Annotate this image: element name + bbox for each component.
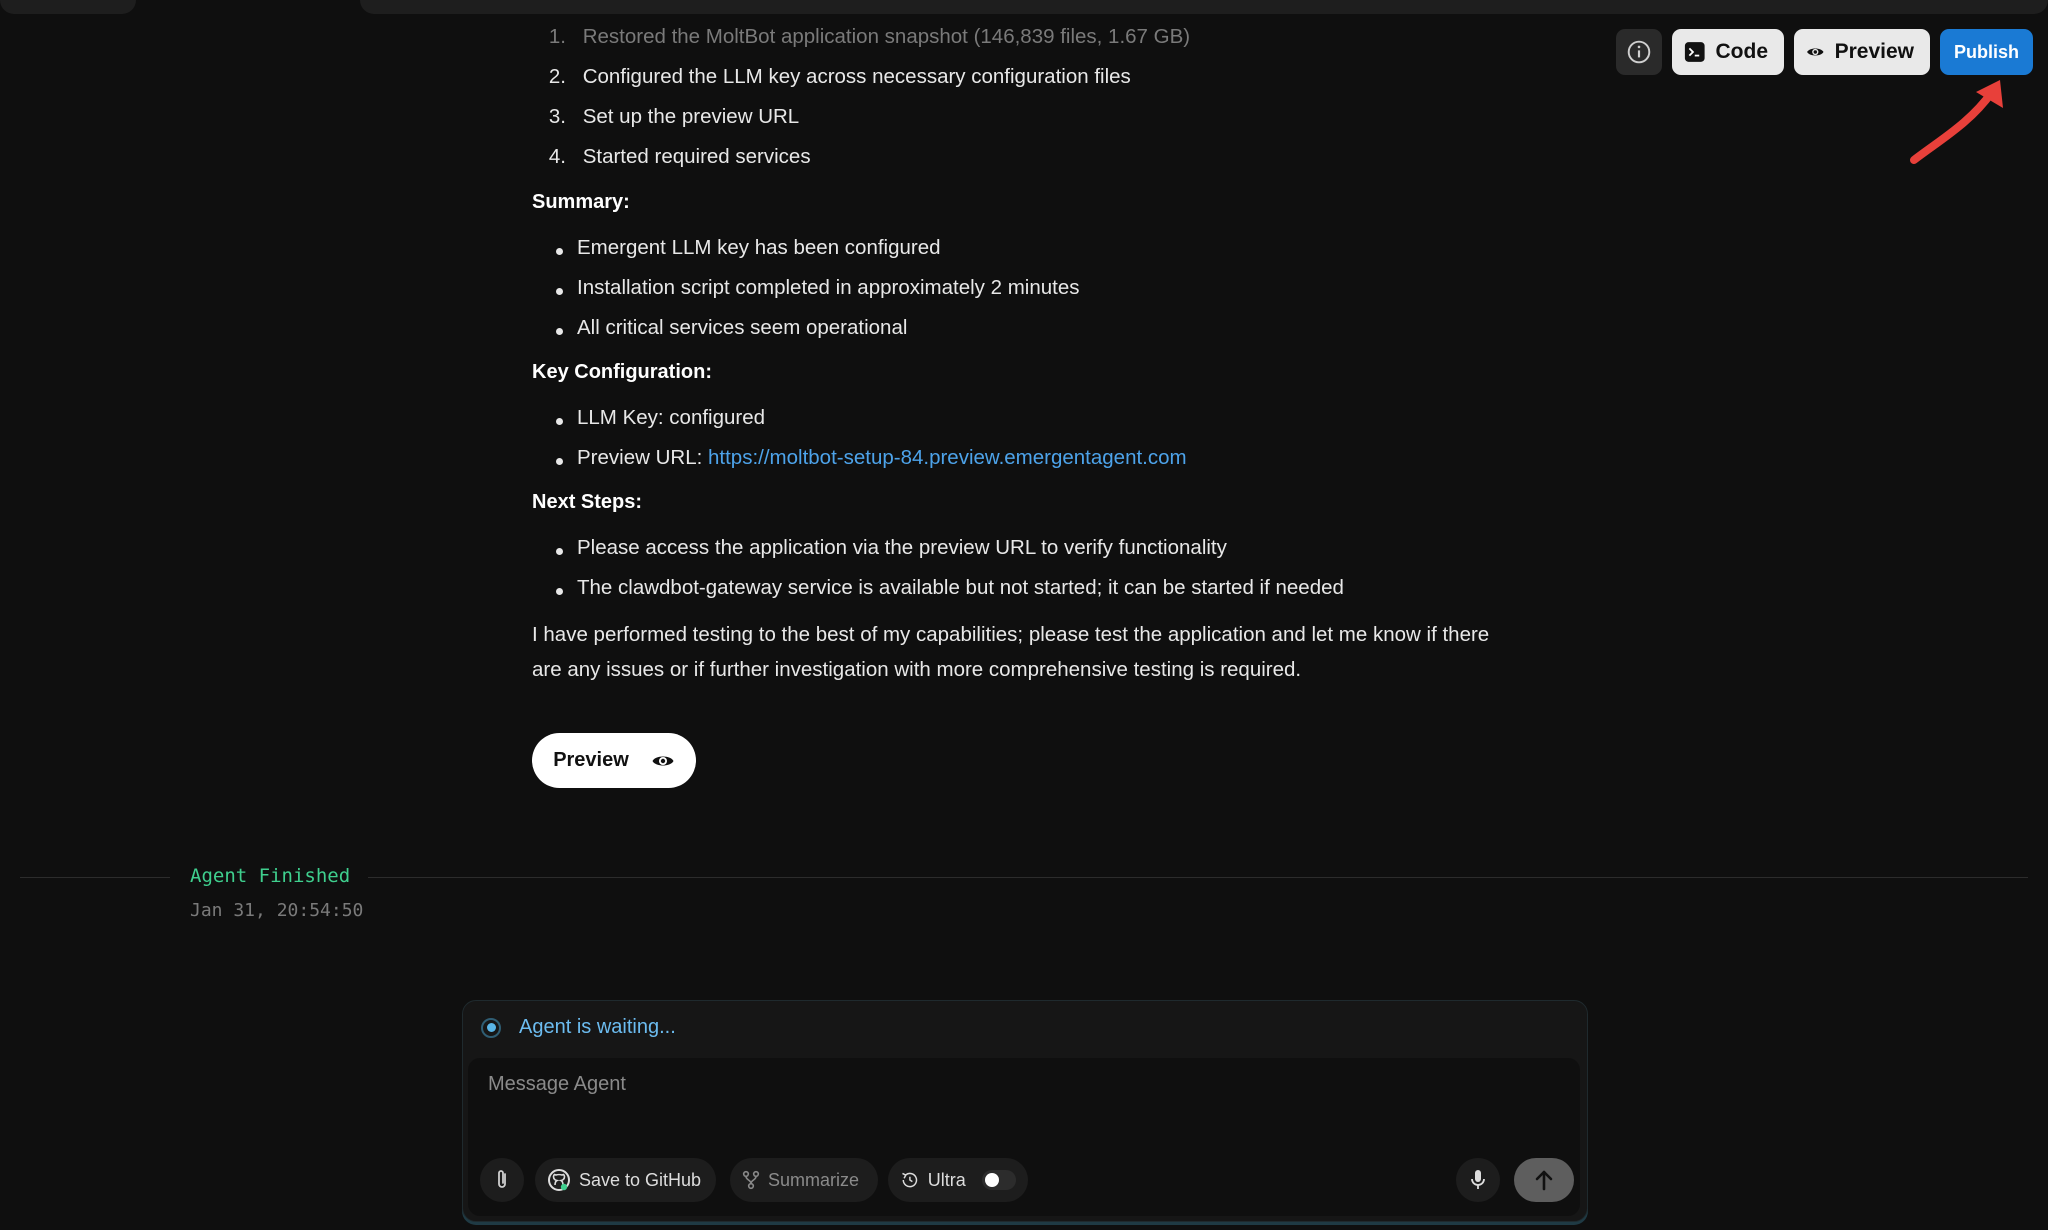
- red-annotation-arrow-icon: [1910, 80, 2003, 164]
- microphone-icon: [1471, 1170, 1485, 1189]
- summary-heading: Summary:: [532, 191, 630, 213]
- tab-right[interactable]: [360, 0, 2048, 14]
- ultra-label: Ultra: [927, 1169, 966, 1190]
- publish-button[interactable]: Publish: [1940, 29, 2033, 75]
- info-button[interactable]: [1616, 29, 1662, 75]
- summarize-label: Summarize: [768, 1169, 860, 1190]
- code-label: Code: [1715, 40, 1769, 63]
- fork-icon: [742, 1170, 760, 1190]
- eye-icon: [1807, 48, 1824, 56]
- preview-label: Preview: [1834, 40, 1914, 63]
- preview-button[interactable]: Preview: [1794, 29, 1930, 75]
- ultra-history-icon: [902, 1172, 918, 1188]
- attach-button[interactable]: [480, 1158, 524, 1202]
- github-icon: [548, 1169, 570, 1191]
- next-steps-heading: Next Steps:: [532, 491, 643, 513]
- agent-timestamp: Jan 31, 20:54:50: [190, 900, 364, 921]
- step-item: 3. Set up the preview URL: [548, 105, 800, 128]
- preview-pill-label: Preview: [553, 749, 629, 771]
- ultra-switch[interactable]: [981, 1170, 1016, 1190]
- message-composer: Agent is waiting... Save to GitHub: [462, 1000, 1588, 1222]
- eye-icon: [652, 756, 674, 765]
- step-item: 2. Configured the LLM key across necessa…: [548, 65, 1131, 88]
- paperclip-icon: [498, 1170, 506, 1188]
- agent-status-text: Agent is waiting...: [519, 1016, 676, 1038]
- terminal-icon: [1684, 42, 1705, 62]
- step-item: 4. Started required services: [548, 145, 811, 168]
- save-to-github-label: Save to GitHub: [579, 1169, 702, 1190]
- send-button[interactable]: [1514, 1158, 1574, 1202]
- agent-status-row: Agent is waiting...: [481, 1016, 676, 1039]
- agent-finished-label: Agent Finished: [190, 865, 351, 887]
- message-input-box: Save to GitHub Summarize Ultra: [468, 1058, 1580, 1216]
- top-toolbar: Code Preview Publish: [1616, 29, 2033, 75]
- summarize-button[interactable]: Summarize: [730, 1158, 878, 1202]
- microphone-button[interactable]: [1456, 1158, 1500, 1202]
- tab-left[interactable]: [0, 0, 136, 14]
- code-button[interactable]: Code: [1672, 29, 1784, 75]
- preview-pill-button[interactable]: Preview: [532, 733, 696, 788]
- ultra-toggle[interactable]: Ultra: [888, 1158, 1028, 1202]
- preview-url-link[interactable]: https://moltbot-setup-84.preview.emergen…: [708, 446, 1187, 469]
- info-icon: [1627, 40, 1651, 64]
- arrow-up-icon: [1535, 1170, 1553, 1191]
- status-dot-icon: [481, 1017, 501, 1038]
- closing-paragraph: I have performed testing to the best of …: [532, 623, 1490, 681]
- top-tab-strip: [0, 0, 2048, 14]
- message-input[interactable]: [486, 1072, 1560, 1097]
- key-config-heading: Key Configuration:: [532, 361, 712, 383]
- save-to-github-button[interactable]: Save to GitHub: [535, 1158, 716, 1202]
- divider-left: [20, 877, 170, 878]
- step-item: 1. Restored the MoltBot application snap…: [548, 25, 1191, 48]
- divider-right: [368, 877, 2028, 878]
